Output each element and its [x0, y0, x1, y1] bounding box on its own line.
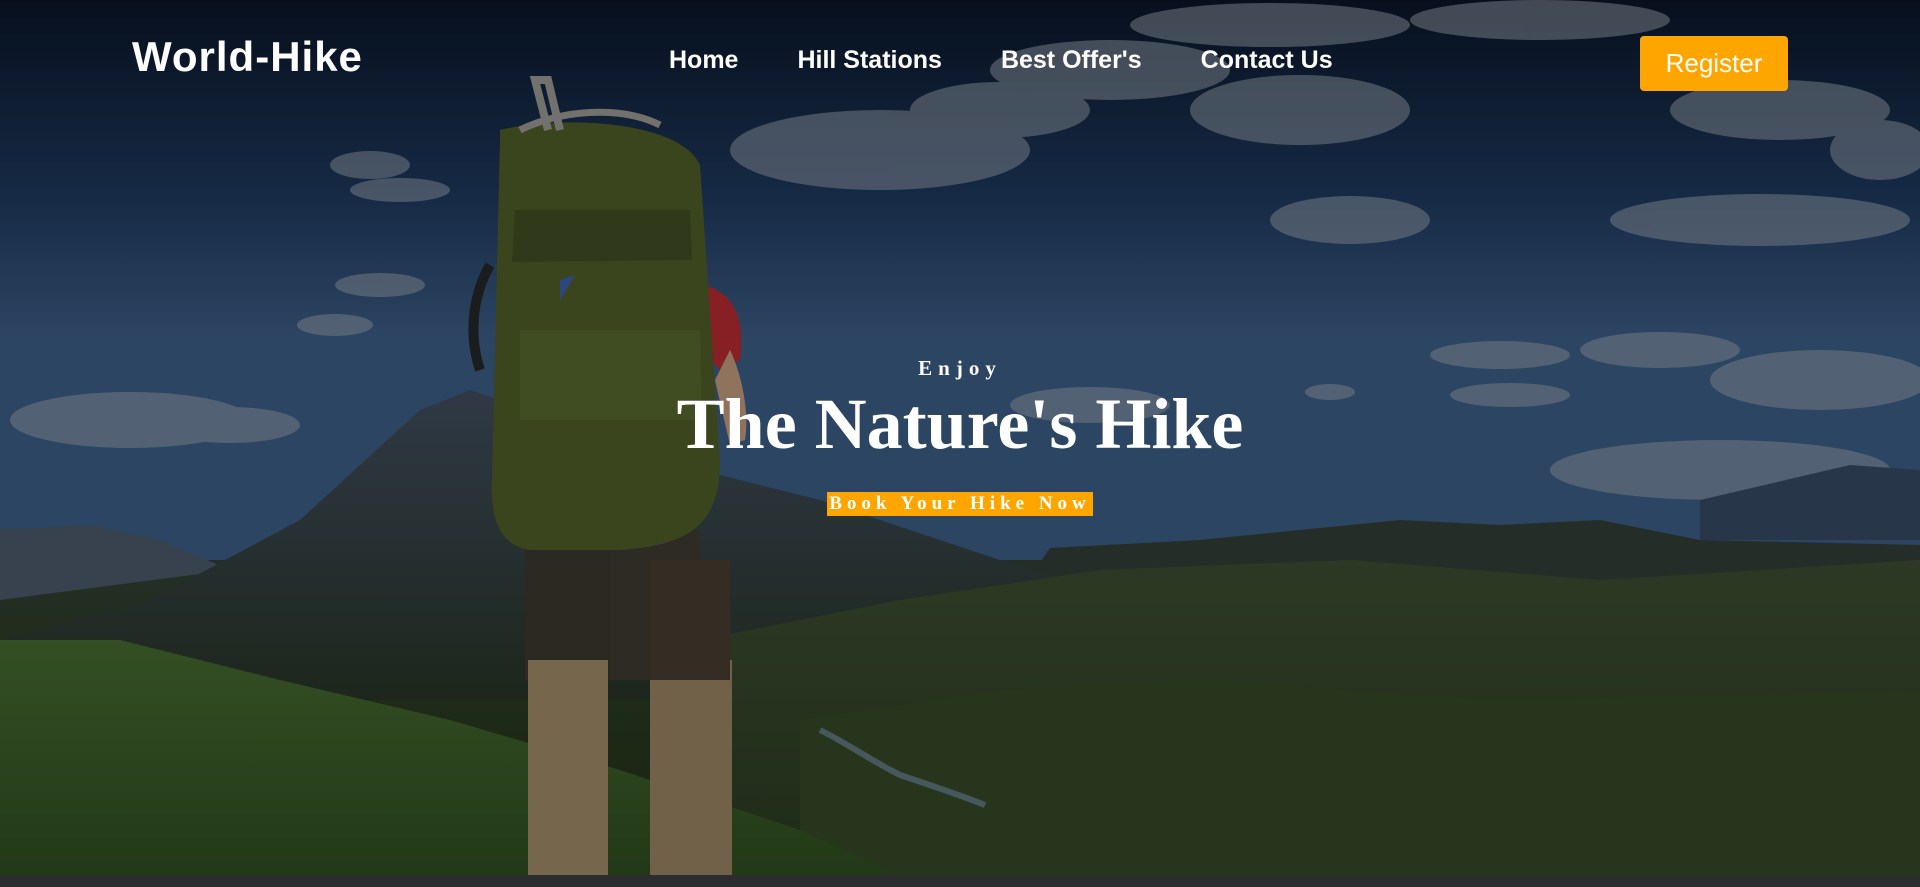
book-hike-button[interactable]: Book Your Hike Now	[827, 492, 1093, 516]
bottom-scroll-strip	[0, 875, 1920, 887]
nav-link-contact-us[interactable]: Contact Us	[1201, 48, 1333, 73]
nav-link-hill-stations[interactable]: Hill Stations	[797, 48, 941, 73]
hero-kicker: Enjoy	[918, 356, 1002, 380]
hero-cta-wrapper: Book Your Hike Now	[0, 492, 1920, 516]
hero-title: The Nature's Hike	[676, 384, 1244, 464]
nav-link-best-offers[interactable]: Best Offer's	[1001, 48, 1142, 73]
hero-section: World-Hike Home Hill Stations Best Offer…	[0, 0, 1920, 875]
register-button[interactable]: Register	[1640, 36, 1788, 91]
nav-link-home[interactable]: Home	[669, 48, 738, 73]
site-logo[interactable]: World-Hike	[132, 36, 363, 78]
main-nav: Home Hill Stations Best Offer's Contact …	[669, 48, 1392, 73]
